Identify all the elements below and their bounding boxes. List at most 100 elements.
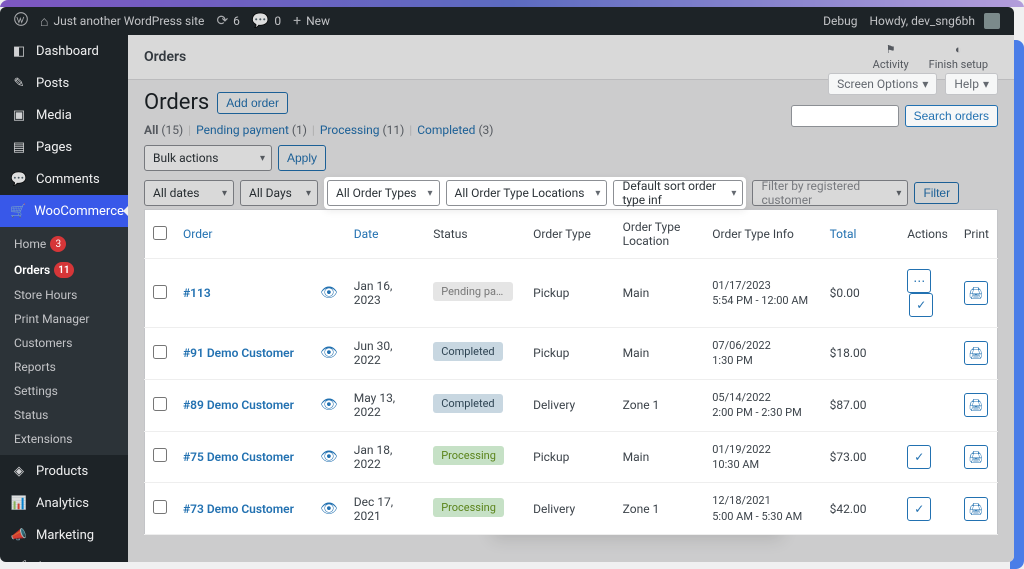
col-date[interactable]: Date [346,210,425,259]
complete-button[interactable]: ✓ [907,445,931,469]
filter-button[interactable]: Filter [914,182,959,204]
menu-item-dashboard[interactable]: ◧Dashboard [0,35,128,67]
menu-item-posts[interactable]: ✎Posts [0,67,128,99]
site-name[interactable]: ⌂ Just another WordPress site [34,13,210,30]
menu-item-woocommerce[interactable]: 🛒WooCommerce [0,195,128,227]
row-checkbox[interactable] [153,285,167,299]
finish-setup-button[interactable]: ◐ Finish setup [919,43,998,71]
order-type: Pickup [525,259,615,328]
order-link[interactable]: #75 Demo Customer [183,450,294,464]
view-all-label[interactable]: All [144,123,158,137]
apply-bulk-button[interactable]: Apply [278,145,326,171]
woocommerce-icon: 🛒 [10,202,26,220]
preview-icon[interactable]: 👁 [320,397,338,413]
status-pill: Pending paym… [433,282,513,301]
menu-item-pages[interactable]: ▤Pages [0,131,128,163]
order-date: May 13, 2022 [346,379,425,431]
table-row[interactable]: #89 Demo Customer 👁 May 13, 2022 Complet… [145,379,998,431]
admin-bar: ⌂ Just another WordPress site ⟳ 6 💬 0 + … [0,7,1014,35]
select-all-checkbox[interactable] [153,226,167,240]
filter-sort-order-select[interactable]: Default sort order type inf [613,180,743,206]
media-icon: ▣ [10,106,28,124]
filter-dates-select[interactable]: All dates [144,180,234,206]
print-button[interactable]: 🖨 [964,445,988,469]
order-link[interactable]: #91 Demo Customer [183,346,294,360]
print-button[interactable]: 🖨 [964,281,988,305]
debug-link[interactable]: Debug [817,14,863,28]
order-actions: ✓ [899,483,956,535]
table-row[interactable]: #113 👁 Jan 16, 2023 Pending paym… Pickup… [145,259,998,328]
screen-options-button[interactable]: Screen Options ▾ [828,73,937,95]
view-pending[interactable]: Pending payment [196,123,289,137]
view-completed-count: (3) [478,123,493,137]
refresh-icon: ⟳ [216,13,228,29]
filter-customer-select[interactable]: Filter by registered customer [752,180,908,206]
wp-logo[interactable] [8,12,34,30]
add-order-button[interactable]: Add order [217,92,288,114]
new-content[interactable]: + New [287,13,336,29]
print-button[interactable]: 🖨 [964,341,988,365]
order-type: Pickup [525,328,615,380]
order-type: Pickup [525,431,615,483]
menu-item-media[interactable]: ▣Media [0,99,128,131]
sub-item-print-manager[interactable]: Print Manager [0,307,128,331]
order-total: $73.00 [822,431,900,483]
row-checkbox[interactable] [153,448,167,462]
sub-item-reports[interactable]: Reports [0,355,128,379]
updates-link[interactable]: ⟳ 6 [210,13,245,29]
screen-options-label: Screen Options [837,77,918,91]
complete-button[interactable]: ✓ [909,293,933,317]
sub-item-customers[interactable]: Customers [0,331,128,355]
print-button[interactable]: 🖨 [964,497,988,521]
print-button[interactable]: 🖨 [964,393,988,417]
order-link[interactable]: #73 Demo Customer [183,502,294,516]
order-actions: ✓ [899,431,956,483]
col-total[interactable]: Total [822,210,900,259]
order-date: Dec 17, 2021 [346,483,425,535]
table-row[interactable]: #91 Demo Customer 👁 Jun 30, 2022 Complet… [145,328,998,380]
sub-item-extensions[interactable]: Extensions [0,427,128,451]
order-actions [899,379,956,431]
row-checkbox[interactable] [153,345,167,359]
preview-icon[interactable]: 👁 [320,285,338,301]
sub-item-store-hours[interactable]: Store Hours [0,283,128,307]
menu-item-marketing[interactable]: 📣Marketing [0,519,128,551]
table-row[interactable]: #73 Demo Customer 👁 Dec 17, 2021 Process… [145,483,998,535]
menu-item-products[interactable]: ◈Products [0,455,128,487]
complete-button[interactable]: ✓ [907,497,931,521]
row-checkbox[interactable] [153,397,167,411]
filter-days-select[interactable]: All Days [240,180,318,206]
order-link[interactable]: #113 [183,286,211,300]
help-button[interactable]: Help ▾ [945,73,998,95]
preview-icon[interactable]: 👁 [320,449,338,465]
row-checkbox[interactable] [153,500,167,514]
comments-link[interactable]: 💬 0 [246,13,287,29]
preview-icon[interactable]: 👁 [320,345,338,361]
view-completed[interactable]: Completed [417,123,475,137]
sub-item-home[interactable]: Home3 [0,231,128,257]
table-row[interactable]: #75 Demo Customer 👁 Jan 18, 2022 Process… [145,431,998,483]
new-label: New [306,14,330,28]
status-pill: Processing [433,446,504,465]
col-order[interactable]: Order [175,210,312,259]
filter-order-type-locations-select[interactable]: All Order Type Locations [446,180,608,206]
view-processing[interactable]: Processing [320,123,380,137]
menu-label: Pages [36,140,72,155]
sub-item-orders[interactable]: Orders11 [0,257,128,283]
more-actions-button[interactable]: ⋯ [907,269,931,293]
menu-item-analytics[interactable]: 📊Analytics [0,487,128,519]
sub-item-status[interactable]: Status [0,403,128,427]
order-date: Jan 18, 2022 [346,431,425,483]
search-orders-button[interactable]: Search orders [905,105,998,127]
menu-item-appearance[interactable]: 🖌Appearance [0,551,128,562]
bulk-actions-select[interactable]: Bulk actions [144,145,272,171]
preview-icon[interactable]: 👁 [320,501,338,517]
howdy-link[interactable]: Howdy, dev_sng6bh [863,13,1006,29]
search-orders-input[interactable] [791,105,899,127]
order-link[interactable]: #89 Demo Customer [183,398,294,412]
sub-item-settings[interactable]: Settings [0,379,128,403]
flag-icon: ⚑ [886,43,896,56]
menu-item-comments[interactable]: 💬Comments [0,163,128,195]
filter-order-types-select[interactable]: All Order Types [327,180,440,206]
activity-button[interactable]: ⚑ Activity [863,43,919,71]
